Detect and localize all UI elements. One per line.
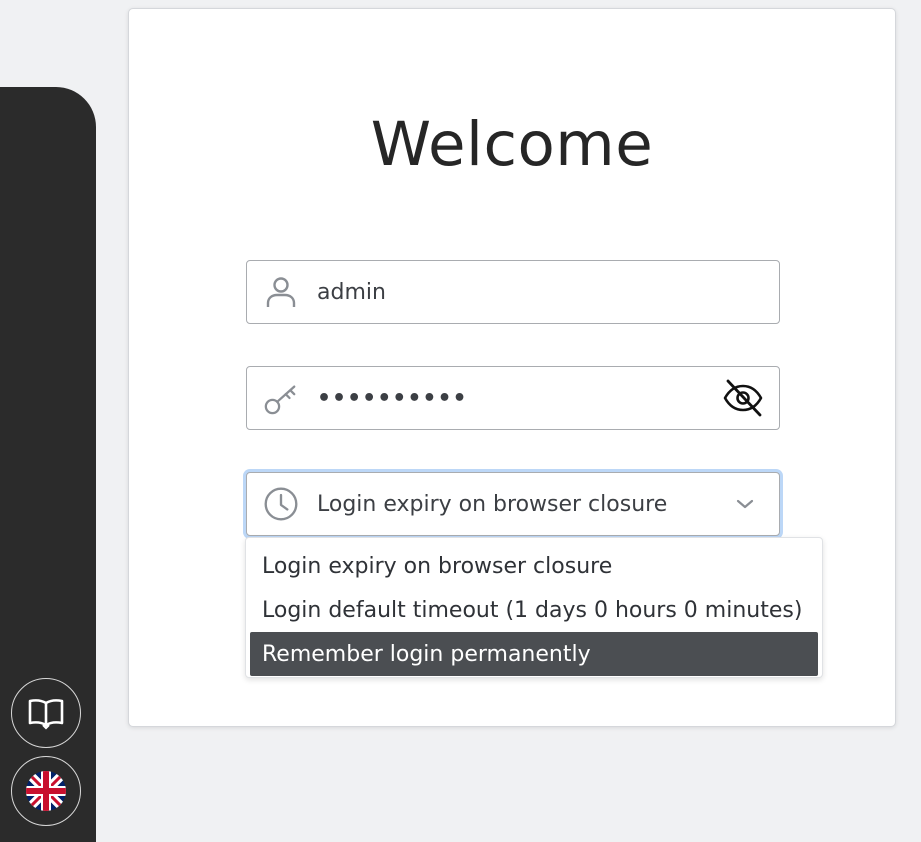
page-title: Welcome: [370, 109, 654, 180]
username-input[interactable]: [317, 279, 779, 305]
sidebar: [0, 87, 96, 842]
chevron-down-icon: [733, 492, 757, 516]
toggle-password-visibility-button[interactable]: [721, 376, 765, 420]
expiry-option-browser-closure[interactable]: Login expiry on browser closure: [250, 544, 818, 588]
expiry-option-remember-permanently[interactable]: Remember login permanently: [250, 632, 818, 676]
user-icon: [263, 274, 299, 310]
login-expiry-dropdown: Login expiry on browser closure Login de…: [245, 537, 823, 678]
password-input[interactable]: ••••••••••: [317, 386, 721, 411]
key-icon: [263, 380, 299, 416]
book-icon: [28, 699, 64, 730]
eye-off-icon: [723, 379, 763, 417]
username-field[interactable]: [246, 260, 780, 324]
documentation-button[interactable]: [11, 678, 81, 748]
login-card: Welcome ••••••••••: [128, 8, 896, 727]
clock-icon: [263, 486, 299, 522]
language-button[interactable]: [11, 756, 81, 826]
login-expiry-selected-value: Login expiry on browser closure: [317, 491, 668, 517]
password-field[interactable]: ••••••••••: [246, 366, 780, 430]
login-expiry-select[interactable]: Login expiry on browser closure: [246, 472, 780, 536]
uk-flag-icon: [26, 771, 66, 811]
expiry-option-default-timeout[interactable]: Login default timeout (1 days 0 hours 0 …: [250, 588, 818, 632]
